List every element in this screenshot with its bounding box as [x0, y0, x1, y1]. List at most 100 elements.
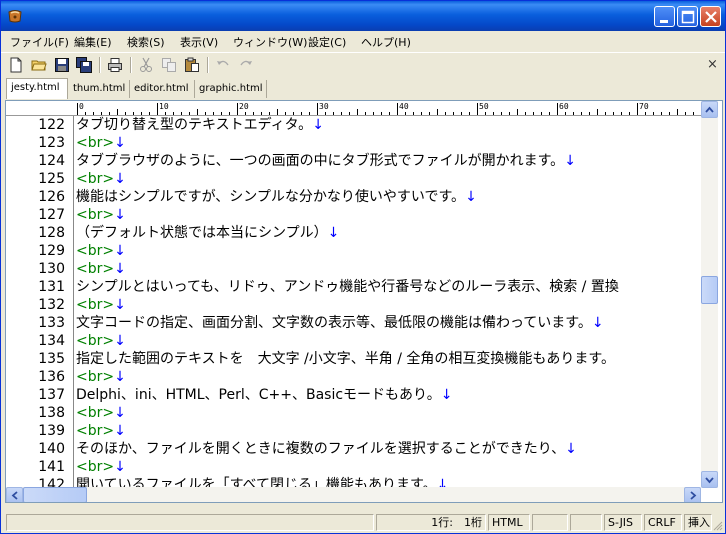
ruler-tick: [597, 109, 598, 115]
ruler-tick: [581, 112, 582, 115]
paste-button[interactable]: [183, 56, 201, 74]
line-number: 130: [38, 261, 65, 277]
ruler-tick: [101, 112, 102, 115]
scroll-left-button[interactable]: [6, 487, 23, 502]
chevron-left-icon: [11, 491, 18, 500]
text-line[interactable]: （デフォルト状態では本当にシンプル）↓: [76, 224, 339, 242]
text-line[interactable]: <br>↓: [76, 296, 126, 314]
text-line[interactable]: 機能はシンプルですが、シンプルな分かなり使いやすいです。↓: [76, 188, 477, 206]
chevron-down-icon: [705, 477, 714, 484]
minimize-button[interactable]: [654, 6, 675, 27]
menu-search[interactable]: 検索(S): [127, 34, 165, 50]
menu-settings[interactable]: 設定(C): [308, 34, 346, 50]
line-text: そのほか、ファイルを開くときに複数のファイルを選択することができたり、: [76, 441, 566, 457]
tab-thum-html[interactable]: thum.html: [69, 80, 130, 98]
close-window-button[interactable]: [700, 6, 721, 27]
redo-button[interactable]: [237, 56, 255, 74]
line-text: <br>: [76, 207, 115, 223]
title-bar[interactable]: [1, 1, 725, 31]
line-number: 125: [38, 171, 65, 187]
menu-view[interactable]: 表示(V): [180, 34, 218, 50]
line-text: <br>: [76, 423, 115, 439]
save-all-button[interactable]: [75, 56, 93, 74]
text-line[interactable]: Delphi、ini、HTML、Perl、C++、Basicモードもあり。↓: [76, 386, 453, 404]
cut-button[interactable]: [137, 56, 155, 74]
ruler-tick: [373, 112, 374, 115]
text-line[interactable]: <br>↓: [76, 458, 126, 476]
vertical-scroll-thumb[interactable]: [701, 276, 718, 304]
ruler-tick: [485, 112, 486, 115]
text-line[interactable]: タブブラウザのように、一つの画面の中にタブ形式でファイルが開かれます。↓: [76, 152, 576, 170]
text-line[interactable]: タブ切り替え型のテキストエディタ。↓: [76, 116, 324, 134]
ruler-tick: [77, 103, 78, 115]
ruler-tick: [429, 112, 430, 115]
text-area[interactable]: タブ切り替え型のテキストエディタ。↓ <br>↓ タブブラウザのように、一つの画面の…: [74, 116, 701, 488]
line-number: 132: [38, 297, 65, 313]
menu-file[interactable]: ファイル(F): [10, 34, 69, 50]
scroll-down-button[interactable]: [701, 471, 718, 488]
copy-button[interactable]: [160, 56, 178, 74]
print-icon: [108, 58, 122, 72]
open-button[interactable]: [30, 56, 48, 74]
ruler-tick: [381, 112, 382, 115]
line-text: <br>: [76, 459, 115, 475]
text-line[interactable]: <br>↓: [76, 170, 126, 188]
horizontal-scroll-thumb[interactable]: [23, 487, 87, 502]
vertical-scrollbar[interactable]: [701, 101, 718, 488]
text-line[interactable]: <br>↓: [76, 332, 126, 350]
text-line[interactable]: そのほか、ファイルを開くときに複数のファイルを選択することができたり、↓: [76, 440, 577, 458]
undo-button[interactable]: [214, 56, 232, 74]
tab-editor-html[interactable]: editor.html: [130, 80, 195, 98]
ruler-tick: [253, 112, 254, 115]
menu-edit[interactable]: 編集(E): [74, 34, 112, 50]
maximize-button[interactable]: [677, 6, 698, 27]
ruler-tick: [573, 112, 574, 115]
text-line[interactable]: <br>↓: [76, 260, 126, 278]
horizontal-scrollbar[interactable]: [6, 487, 701, 502]
line-number: 131: [38, 279, 65, 295]
line-text: <br>: [76, 243, 115, 259]
print-button[interactable]: [106, 56, 124, 74]
resize-grip-icon[interactable]: [712, 520, 724, 532]
end-of-line-mark: ↓: [327, 225, 340, 241]
line-text: <br>: [76, 369, 115, 385]
column-ruler: 0 10 20 30 40 50 60 70: [73, 101, 701, 116]
line-text: <br>: [76, 405, 115, 421]
redo-icon: [240, 60, 252, 66]
save-all-icon: [76, 57, 92, 73]
text-line[interactable]: シンプルとはいっても、リドゥ、アンドゥ機能や行番号などのルーラ表示、検索 / 置…: [76, 278, 619, 296]
text-line[interactable]: <br>↓: [76, 242, 126, 260]
end-of-line-mark: ↓: [114, 207, 126, 223]
ruler-label: 20: [239, 102, 249, 111]
text-line[interactable]: 指定した範囲のテキストを 大文字 /小文字、半角 / 全角の相互変換機能もありま…: [76, 350, 615, 368]
text-line[interactable]: <br>↓: [76, 404, 126, 422]
text-line[interactable]: 文字コードの指定、画面分割、文字数の表示等、最低限の機能は備わっています。↓: [76, 314, 604, 332]
line-number: 134: [38, 333, 65, 349]
line-number: 135: [38, 351, 65, 367]
close-tab-button[interactable]: ×: [707, 57, 718, 72]
menu-window[interactable]: ウィンドウ(W): [233, 34, 307, 50]
ruler-tick: [493, 112, 494, 115]
new-file-button[interactable]: [7, 56, 25, 74]
text-line[interactable]: <br>↓: [76, 368, 126, 386]
line-text: 指定した範囲のテキストを 大文字 /小文字、半角 / 全角の相互変換機能もありま…: [76, 351, 615, 367]
toolbar-separator: [99, 57, 101, 73]
text-line[interactable]: <br>↓: [76, 422, 126, 440]
scroll-up-button[interactable]: [701, 101, 718, 118]
new-file-icon: [10, 57, 22, 73]
ruler-tick: [549, 112, 550, 115]
ruler-tick: [197, 109, 198, 115]
menu-help[interactable]: ヘルプ(H): [361, 34, 411, 50]
scroll-right-button[interactable]: [684, 487, 701, 502]
ruler-tick: [277, 109, 278, 115]
save-button[interactable]: [53, 56, 71, 74]
text-line[interactable]: <br>↓: [76, 134, 126, 152]
ruler-tick: [453, 112, 454, 115]
tab-jesty-html[interactable]: jesty.html: [6, 78, 68, 99]
text-line[interactable]: <br>↓: [76, 206, 126, 224]
line-text: タブ切り替え型のテキストエディタ。: [76, 117, 313, 133]
ruler-tick: [269, 112, 270, 115]
app-icon[interactable]: [7, 8, 23, 24]
tab-graphic-html[interactable]: graphic.html: [195, 80, 267, 98]
ruler-tick: [349, 112, 350, 115]
